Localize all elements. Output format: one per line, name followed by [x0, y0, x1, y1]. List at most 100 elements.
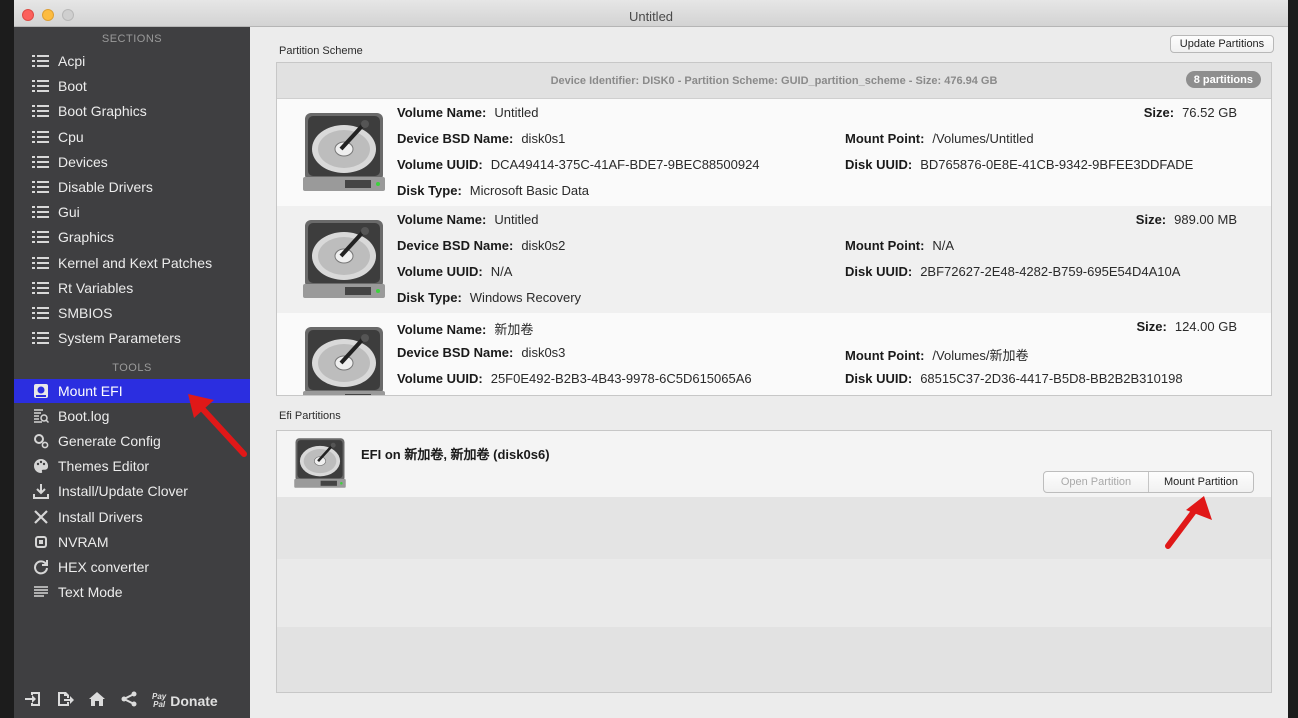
- sidebar-item-label: Graphics: [58, 229, 115, 246]
- volume-uuid-field: Volume UUID: DCA49414-375C-41AF-BDE7-9BEC…: [397, 157, 760, 172]
- sidebar-item-smbios[interactable]: SMBIOS: [14, 301, 250, 325]
- palette-icon: [32, 458, 50, 474]
- tool-item-install-drivers[interactable]: Install Drivers: [14, 505, 250, 529]
- field-value: N/A: [932, 238, 955, 253]
- field-value: Microsoft Basic Data: [469, 183, 589, 198]
- bsd-name-field: Device BSD Name: disk0s2: [397, 238, 565, 253]
- share-icon[interactable]: [120, 690, 138, 712]
- mount-partition-button[interactable]: Mount Partition: [1149, 472, 1253, 492]
- tool-item-text-mode[interactable]: Text Mode: [14, 580, 250, 604]
- download-icon: [32, 483, 50, 500]
- partition-count-badge: 8 partitions: [1185, 71, 1261, 88]
- sidebar-item-gui[interactable]: Gui: [14, 200, 250, 224]
- field-value: DCA49414-375C-41AF-BDE7-9BEC88500924: [490, 157, 760, 172]
- tool-item-install-update-clover[interactable]: Install/Update Clover: [14, 479, 250, 503]
- volume-name-field: Volume Name: Untitled: [397, 212, 538, 227]
- red-arrow-annotation-sidebar: [188, 394, 247, 457]
- title-bar: Untitled: [14, 0, 1288, 27]
- field-label: Mount Point:: [845, 131, 925, 146]
- tool-item-label: Boot.log: [58, 408, 110, 425]
- sidebar-item-kernel-and-kext-patches[interactable]: Kernel and Kext Patches: [14, 251, 250, 275]
- partition-row[interactable]: Volume Name: Untitled Device BSD Name: disk…: [277, 99, 1271, 206]
- bsd-name-field: Device BSD Name: disk0s3: [397, 345, 565, 360]
- export-icon[interactable]: [56, 690, 74, 712]
- sidebar-item-label: SMBIOS: [58, 305, 113, 321]
- update-partitions-button[interactable]: Update Partitions: [1170, 35, 1274, 53]
- tool-item-label: Mount EFI: [58, 383, 123, 399]
- home-icon[interactable]: [88, 690, 106, 712]
- mount-point-field: Mount Point: /Volumes/Untitled: [845, 131, 1034, 146]
- sidebar-item-label: Disable Drivers: [58, 179, 153, 195]
- sidebar-item-cpu[interactable]: Cpu: [14, 125, 250, 149]
- field-value: N/A: [490, 264, 513, 279]
- red-arrow-annotation-mount: [1165, 496, 1212, 549]
- disk-uuid-field: Disk UUID: BD765876-0E8E-41CB-9342-9BFEE3…: [845, 157, 1193, 172]
- volume-name-field: Volume Name: Untitled: [397, 105, 538, 120]
- tool-item-label: Themes Editor: [58, 458, 150, 475]
- sidebar-item-label: Cpu: [58, 128, 84, 145]
- tools-icon: [32, 509, 50, 525]
- field-value: BD765876-0E8E-41CB-9342-9BFEE3DDFADE: [920, 157, 1194, 172]
- sidebar-item-disable-drivers[interactable]: Disable Drivers: [14, 175, 250, 199]
- field-value: 25F0E492-B2B3-4B43-9978-6C5D615065A6: [490, 371, 752, 386]
- import-icon[interactable]: [24, 690, 42, 712]
- donate-label: Donate: [170, 693, 218, 709]
- field-value: disk0s3: [521, 345, 566, 360]
- tool-item-label: Install Drivers: [58, 508, 143, 525]
- partition-scheme-label: Partition Scheme: [279, 45, 363, 57]
- paypal-logo: Pay Pal: [152, 692, 167, 709]
- app-window: Untitled SECTIONS Acpi Boot Boot Graphics C…: [14, 0, 1288, 718]
- sidebar-item-label: Boot: [58, 78, 87, 95]
- field-label: Mount Point:: [845, 238, 925, 253]
- tool-item-label: Generate Config: [58, 433, 161, 450]
- log-search-icon: [32, 408, 50, 424]
- disk-icon: [32, 383, 50, 399]
- tool-item-hex-converter[interactable]: HEX converter: [14, 555, 250, 579]
- field-label: Volume Name:: [397, 212, 487, 227]
- tool-item-label: Text Mode: [58, 583, 123, 600]
- field-label: Volume Name:: [397, 105, 487, 120]
- size-field: Size: 76.52 GB: [1144, 105, 1237, 120]
- field-value: 124.00 GB: [1174, 319, 1237, 334]
- tool-item-label: Install/Update Clover: [58, 483, 188, 500]
- mount-point-field: Mount Point: /Volumes/新加卷: [845, 345, 1029, 364]
- tool-item-label: NVRAM: [58, 533, 109, 550]
- field-label: Size:: [1135, 212, 1167, 227]
- tool-item-label: HEX converter: [58, 558, 150, 575]
- field-value: 76.52 GB: [1182, 105, 1237, 120]
- sidebar-item-boot[interactable]: Boot: [14, 74, 250, 98]
- efi-partitions-box: EFI on 新加卷, 新加卷 (disk0s6) Open Partition…: [276, 430, 1272, 693]
- partition-row[interactable]: Volume Name: 新加卷 Device BSD Name: disk0s3 Vo…: [277, 313, 1271, 395]
- sidebar-item-boot-graphics[interactable]: Boot Graphics: [14, 99, 250, 123]
- sidebar-item-acpi[interactable]: Acpi: [14, 49, 250, 73]
- sidebar-item-devices[interactable]: Devices: [14, 150, 250, 174]
- sidebar-item-graphics[interactable]: Graphics: [14, 225, 250, 249]
- sidebar-item-system-parameters[interactable]: System Parameters: [14, 326, 250, 350]
- field-label: Size:: [1143, 105, 1175, 120]
- disk-type-field: Disk Type: Microsoft Basic Data: [397, 183, 589, 198]
- efi-partition-row[interactable]: EFI on 新加卷, 新加卷 (disk0s6) Open Partition…: [277, 431, 1271, 497]
- field-label: Disk UUID:: [845, 371, 913, 386]
- sidebar-item-label: Kernel and Kext Patches: [58, 254, 213, 271]
- refresh-icon: [32, 559, 50, 575]
- list-icon: [32, 204, 50, 220]
- field-label: Size:: [1136, 319, 1167, 334]
- size-field: Size: 124.00 GB: [1137, 319, 1238, 334]
- field-value: 2BF72627-2E48-4282-B759-695E54D4A10A: [920, 264, 1181, 279]
- partition-row[interactable]: Volume Name: Untitled Device BSD Name: disk…: [277, 206, 1271, 313]
- field-label: Device BSD Name:: [397, 131, 514, 146]
- field-label: Device BSD Name:: [397, 238, 514, 253]
- field-label: Volume Name:: [397, 322, 487, 337]
- mount-point-field: Mount Point: N/A: [845, 238, 954, 253]
- sidebar-item-rt-variables[interactable]: Rt Variables: [14, 276, 250, 300]
- disk-uuid-field: Disk UUID: 2BF72627-2E48-4282-B759-695E54…: [845, 264, 1180, 279]
- text-icon: [32, 584, 50, 600]
- field-value: 68515C37-2D36-4417-B5D8-BB2B2B310198: [920, 371, 1183, 386]
- tool-item-nvram[interactable]: NVRAM: [14, 530, 250, 554]
- list-icon: [32, 53, 50, 69]
- list-icon: [32, 129, 50, 145]
- hard-disk-icon: [301, 218, 387, 300]
- open-partition-button[interactable]: Open Partition: [1044, 472, 1149, 492]
- field-label: Disk UUID:: [845, 264, 913, 279]
- donate-button[interactable]: Pay Pal Donate: [152, 692, 218, 710]
